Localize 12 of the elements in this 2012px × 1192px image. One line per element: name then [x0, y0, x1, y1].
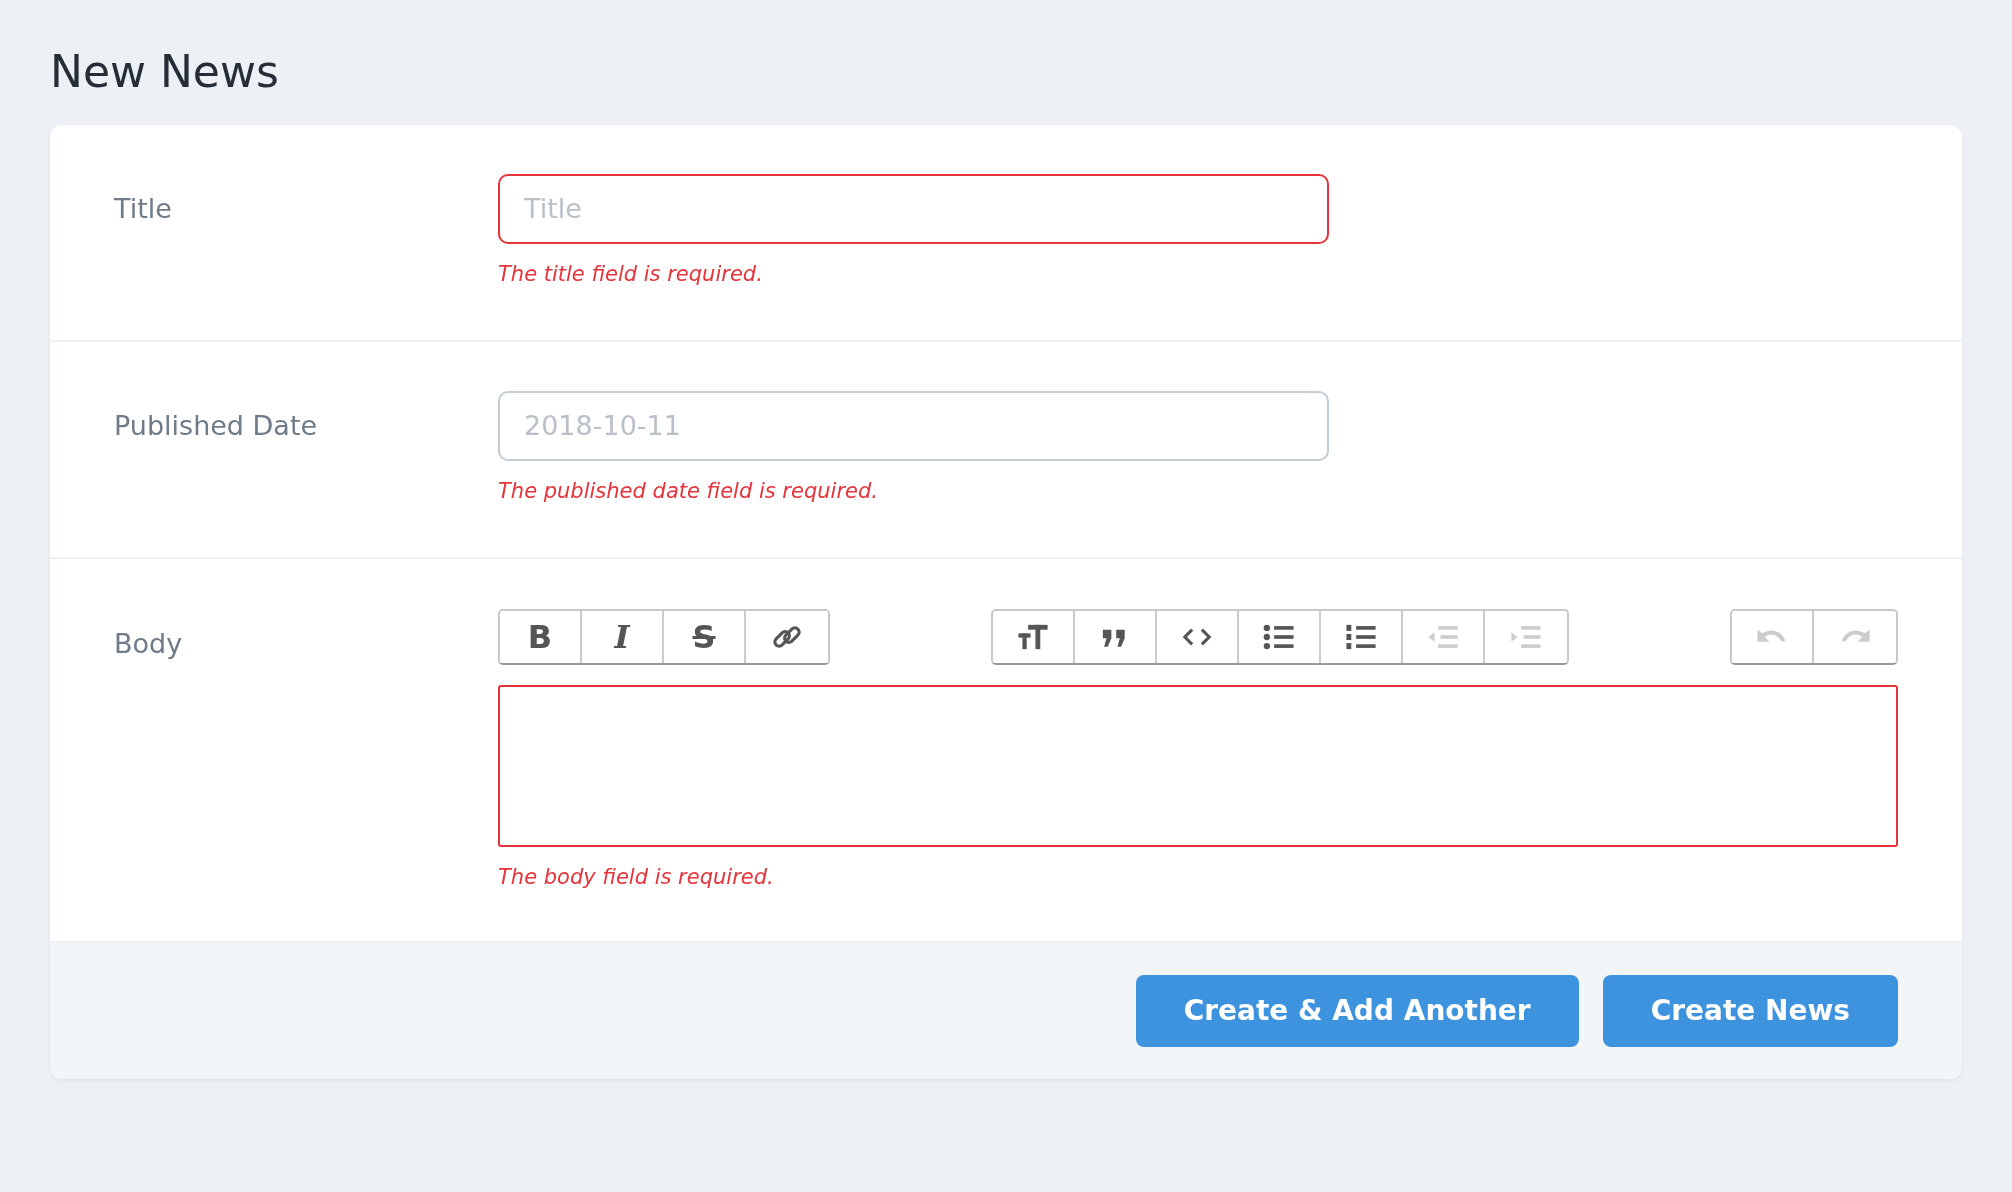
- error-message: The title field is required.: [498, 261, 764, 286]
- bold-button[interactable]: B: [500, 610, 582, 663]
- page-title: New News: [50, 46, 280, 99]
- error-message: The body field is required.: [498, 864, 775, 889]
- field-label: Published Date: [113, 409, 318, 441]
- editor-field[interactable]: [498, 684, 1898, 847]
- text-field[interactable]: 2018-10-11: [498, 390, 1329, 461]
- field-label: Body: [113, 627, 183, 659]
- error-message: The published date field is required.: [498, 478, 879, 503]
- text-field[interactable]: Title: [498, 173, 1329, 244]
- field-label: Title: [113, 192, 172, 224]
- toolbar-button[interactable]: [993, 610, 1075, 663]
